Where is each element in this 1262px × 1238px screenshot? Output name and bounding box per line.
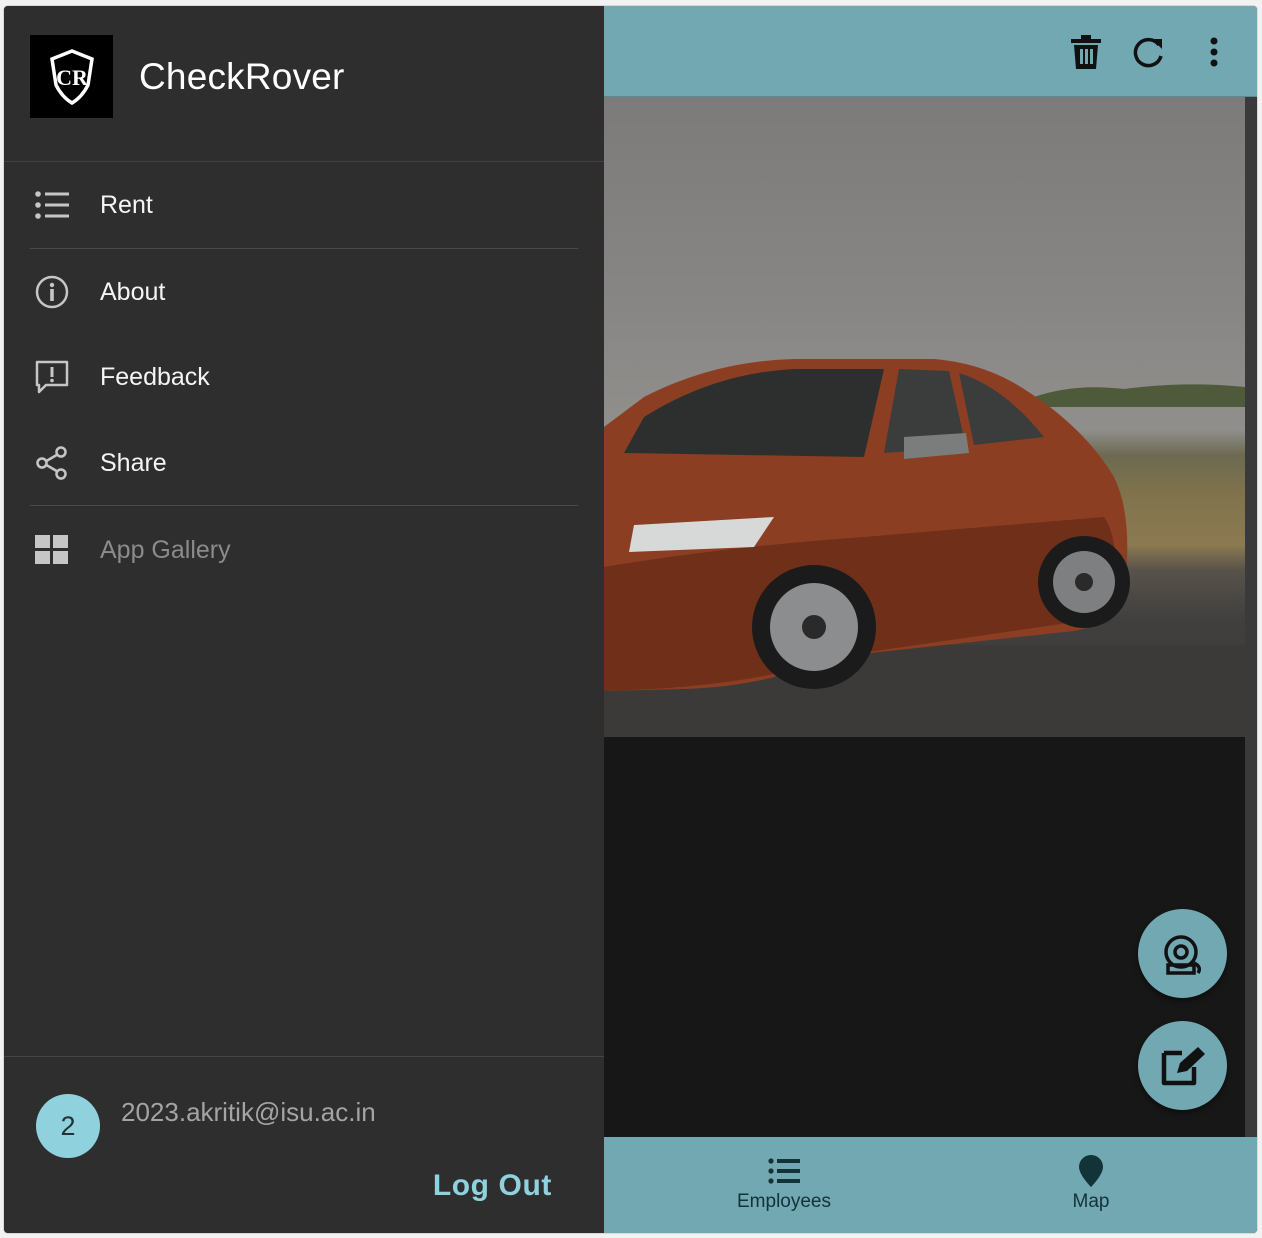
drawer-item-label: Share xyxy=(100,448,167,477)
list-icon xyxy=(35,191,69,219)
drawer-divider xyxy=(30,505,578,506)
trash-icon xyxy=(1071,35,1101,69)
car-illustration xyxy=(604,359,1245,737)
drawer-item-app-gallery[interactable]: App Gallery xyxy=(4,507,604,593)
app-logo: CR xyxy=(30,35,113,118)
nav-label: Map xyxy=(1072,1191,1110,1212)
scrollbar[interactable] xyxy=(1245,97,1257,1137)
more-vert-icon xyxy=(1210,37,1218,67)
list-icon xyxy=(768,1158,800,1184)
drawer-item-feedback[interactable]: Feedback xyxy=(4,334,604,420)
info-icon xyxy=(35,275,69,309)
account-section: 2 2023.akritik@isu.ac.in Log Out xyxy=(4,1056,604,1233)
car-photo xyxy=(604,97,1245,737)
app-window: Employees Map CR CheckRover Rent About F… xyxy=(4,6,1257,1233)
map-pin-icon xyxy=(1079,1155,1103,1187)
alarm-icon xyxy=(1163,934,1201,975)
app-title: CheckRover xyxy=(139,56,345,97)
drawer-item-share[interactable]: Share xyxy=(4,420,604,506)
top-app-bar xyxy=(604,6,1257,97)
nav-label: Employees xyxy=(737,1191,831,1212)
drawer-item-label: About xyxy=(100,277,166,306)
feedback-icon xyxy=(35,360,69,394)
edit-fab-button[interactable] xyxy=(1138,1021,1227,1110)
nav-employees[interactable]: Employees xyxy=(684,1137,884,1233)
bottom-navigation: Employees Map xyxy=(604,1137,1257,1233)
more-button[interactable] xyxy=(1194,30,1234,74)
nav-map[interactable]: Map xyxy=(991,1137,1191,1233)
logout-button[interactable]: Log Out xyxy=(433,1169,552,1203)
grid-icon xyxy=(35,535,68,564)
shield-logo-icon: CR xyxy=(49,48,94,105)
svg-text:CR: CR xyxy=(56,65,89,90)
drawer-item-label: Rent xyxy=(100,190,153,219)
drawer-item-label: App Gallery xyxy=(100,535,231,564)
refresh-icon xyxy=(1133,37,1163,68)
avatar[interactable]: 2 xyxy=(36,1094,100,1158)
navigation-drawer: CR CheckRover Rent About Feedback Share … xyxy=(4,6,604,1233)
drawer-item-rent[interactable]: Rent xyxy=(4,162,604,248)
alarm-fab-button[interactable] xyxy=(1138,909,1227,998)
edit-icon xyxy=(1161,1046,1205,1085)
share-icon xyxy=(36,446,67,480)
drawer-item-about[interactable]: About xyxy=(4,249,604,335)
delete-button[interactable] xyxy=(1066,30,1106,74)
drawer-item-label: Feedback xyxy=(100,362,210,391)
user-email: 2023.akritik@isu.ac.in xyxy=(121,1097,376,1127)
drawer-header: CR CheckRover xyxy=(4,6,604,162)
refresh-button[interactable] xyxy=(1129,30,1169,74)
